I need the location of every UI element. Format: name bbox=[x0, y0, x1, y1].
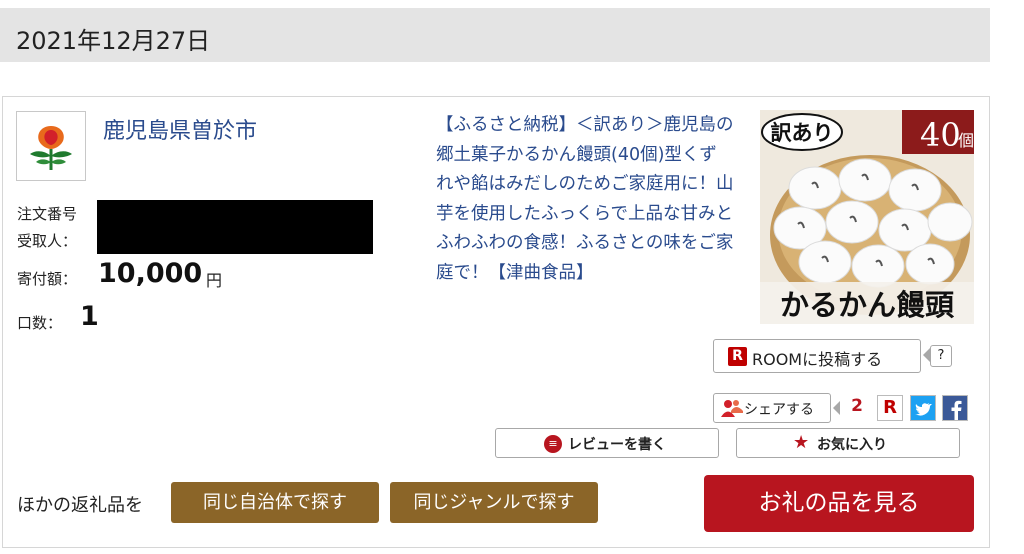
recipient-label: 受取人： bbox=[17, 232, 78, 250]
room-post-button[interactable]: R ROOMに投稿する bbox=[713, 339, 921, 373]
redacted-block bbox=[97, 200, 373, 254]
room-help-button[interactable]: ? bbox=[930, 345, 952, 367]
donation-unit: 円 bbox=[206, 271, 223, 290]
room-post-label: ROOMに投稿する bbox=[752, 350, 883, 369]
city-emblem-icon[interactable] bbox=[16, 111, 86, 181]
date-header: 2021年12月27日 bbox=[0, 8, 990, 62]
municipality-link[interactable]: 鹿児島県曽於市 bbox=[103, 113, 257, 145]
donation-amount: 10,000 bbox=[98, 258, 203, 289]
order-number-label: 注文番号 bbox=[17, 205, 78, 223]
favorite-button[interactable]: ★ お気に入り bbox=[736, 428, 960, 458]
share-button[interactable]: シェアする bbox=[713, 393, 831, 423]
callout-arrow bbox=[923, 348, 930, 362]
same-municipality-button[interactable]: 同じ自治体で探す bbox=[171, 482, 379, 523]
quantity-label: 口数： bbox=[17, 314, 63, 332]
rakuten-room-icon: R bbox=[728, 347, 747, 366]
facebook-share-icon[interactable] bbox=[942, 395, 968, 421]
callout-arrow bbox=[833, 401, 840, 415]
star-icon: ★ bbox=[793, 432, 810, 453]
share-people-icon bbox=[721, 399, 743, 421]
donation-label: 寄付額： bbox=[17, 270, 78, 288]
share-count: 2 bbox=[851, 396, 863, 416]
write-review-button[interactable]: ≡ レビューを書く bbox=[495, 428, 719, 458]
quantity-value: 1 bbox=[80, 301, 99, 332]
other-items-label: ほかの返礼品を bbox=[17, 495, 143, 516]
share-label: シェアする bbox=[744, 402, 814, 418]
review-speech-icon: ≡ bbox=[544, 435, 562, 453]
image-caption: かるかん饅頭 bbox=[780, 288, 955, 322]
product-image[interactable]: 訳あり 40 個 かるかん饅頭 bbox=[760, 110, 974, 324]
image-badge-unit: 個 bbox=[958, 131, 974, 150]
image-badge-wakeari: 訳あり bbox=[771, 120, 834, 145]
review-label: レビューを書く bbox=[568, 437, 666, 453]
view-item-button[interactable]: お礼の品を見る bbox=[704, 475, 974, 532]
favorite-label: お気に入り bbox=[817, 437, 887, 453]
same-genre-button[interactable]: 同じジャンルで探す bbox=[390, 482, 598, 523]
twitter-share-icon[interactable] bbox=[910, 395, 936, 421]
order-date: 2021年12月27日 bbox=[16, 27, 211, 55]
image-badge-count: 40 bbox=[920, 116, 961, 154]
rakuten-share-icon[interactable]: R bbox=[877, 395, 903, 421]
product-title-link[interactable]: 【ふるさと納税】＜訳あり＞鹿児島の郷土菓子かるかん饅頭(40個)型くずれや餡はみ… bbox=[436, 111, 734, 288]
